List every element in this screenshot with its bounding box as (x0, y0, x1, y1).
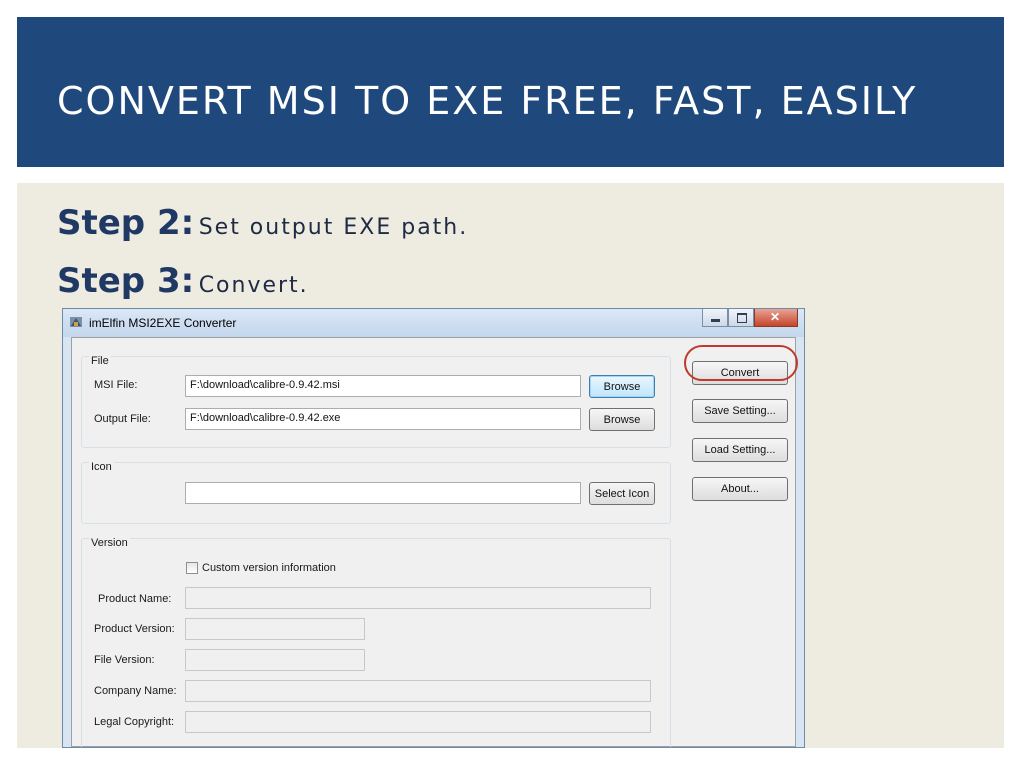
window-client: File MSI File: F:\download\calibre-0.9.4… (71, 337, 796, 747)
about-button[interactable]: About... (692, 477, 788, 501)
maximize-icon[interactable] (728, 309, 754, 327)
step-2-label: Step 2: (57, 203, 195, 243)
window-titlebar[interactable]: imElfin MSI2EXE Converter (63, 309, 804, 337)
product-version-input[interactable] (185, 618, 365, 640)
step-3-label: Step 3: (57, 261, 195, 301)
product-version-label: Product Version: (94, 623, 175, 635)
close-icon[interactable] (754, 309, 798, 327)
save-setting-button[interactable]: Save Setting... (692, 399, 788, 423)
window-title: imElfin MSI2EXE Converter (89, 316, 237, 330)
load-setting-button[interactable]: Load Setting... (692, 438, 788, 462)
file-version-input[interactable] (185, 649, 365, 671)
custom-version-checkbox[interactable] (186, 562, 198, 574)
step-2-text: Set output EXE path. (198, 215, 469, 240)
minimize-icon[interactable] (702, 309, 728, 327)
slide-title: CONVERT MSI TO EXE FREE, FAST, EASILY (57, 79, 918, 123)
window-controls (702, 309, 798, 329)
product-name-input[interactable] (185, 587, 651, 609)
step-3: Step 3: Convert. (57, 261, 309, 301)
company-name-input[interactable] (185, 680, 651, 702)
msi-file-input[interactable]: F:\download\calibre-0.9.42.msi (185, 375, 581, 397)
custom-version-label: Custom version information (202, 562, 336, 574)
msi-file-label: MSI File: (94, 379, 138, 391)
output-file-input[interactable]: F:\download\calibre-0.9.42.exe (185, 408, 581, 430)
file-version-label: File Version: (94, 654, 155, 666)
output-browse-button[interactable]: Browse (589, 408, 655, 431)
output-file-label: Output File: (94, 413, 151, 425)
step-3-text: Convert. (198, 273, 309, 298)
icon-path-input[interactable] (185, 482, 581, 504)
company-name-label: Company Name: (94, 685, 177, 697)
file-group: File (81, 355, 671, 448)
convert-highlight-circle (684, 345, 798, 381)
msi-browse-button[interactable]: Browse (589, 375, 655, 398)
product-name-label: Product Name: (98, 593, 172, 605)
select-icon-button[interactable]: Select Icon (589, 482, 655, 505)
app-icon (70, 317, 82, 327)
file-group-label: File (89, 355, 111, 367)
version-group-label: Version (89, 537, 130, 549)
legal-copyright-input[interactable] (185, 711, 651, 733)
step-2: Step 2: Set output EXE path. (57, 203, 468, 243)
slide-header: CONVERT MSI TO EXE FREE, FAST, EASILY (17, 17, 1004, 167)
legal-copyright-label: Legal Copyright: (94, 716, 175, 728)
icon-group-label: Icon (89, 461, 114, 473)
